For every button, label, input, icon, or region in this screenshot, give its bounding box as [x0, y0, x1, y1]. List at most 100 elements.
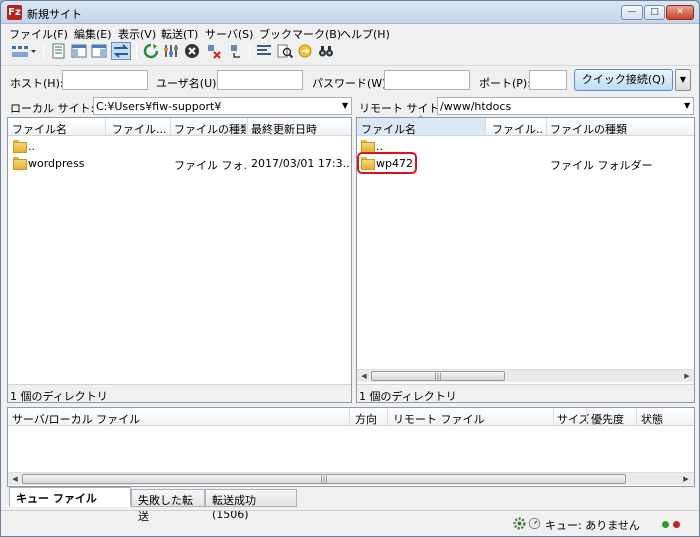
sync-browse-icon[interactable]	[297, 43, 313, 59]
disconnect-icon[interactable]	[206, 43, 222, 59]
username-label: ユーザ名(U):	[156, 77, 221, 90]
password-input[interactable]	[384, 70, 470, 90]
toolbar-separator	[136, 44, 137, 59]
list-item[interactable]: wordpress ファイル フォ... 2017/03/01 17:3...	[8, 155, 351, 172]
scrollbar-thumb[interactable]: |||	[371, 371, 505, 381]
column-filesize[interactable]: ファイル...	[112, 121, 168, 137]
column-filename[interactable]: ファイル名	[361, 121, 451, 137]
receive-indicator-icon	[662, 521, 669, 528]
reconnect-icon[interactable]	[228, 43, 244, 59]
highlight-annotation	[357, 152, 417, 174]
remote-site-label: リモート サイト:	[359, 100, 449, 116]
local-tree-icon[interactable]	[71, 43, 87, 59]
local-path-combobox[interactable]: C:¥Users¥fiw-support¥ ▼	[93, 97, 352, 115]
file-name: wordpress	[28, 157, 85, 170]
remote-tree-icon[interactable]	[91, 43, 107, 59]
close-button[interactable]: ✕	[666, 5, 694, 20]
site-manager-icon[interactable]	[11, 43, 37, 59]
port-label: ポート(P):	[479, 77, 531, 90]
tab-failed-transfers[interactable]: 失敗した転送	[131, 489, 205, 523]
file-type: ファイル フォルダー	[550, 159, 653, 172]
toolbar-separator	[249, 44, 250, 59]
toolbar	[1, 41, 699, 63]
queue-tabs: キュー ファイル 失敗した転送 転送成功 (1506)	[9, 487, 693, 523]
status-bar: キュー: ありません	[1, 510, 699, 536]
gear-icon	[513, 517, 526, 530]
transfer-queue-icon[interactable]	[111, 42, 131, 60]
remote-column-header: ファイル名 ^ ファイル... ファイルの種類	[357, 115, 694, 137]
list-item[interactable]: ..	[8, 138, 351, 155]
column-status[interactable]: 状態	[641, 411, 663, 427]
host-label: ホスト(H):	[10, 77, 64, 90]
local-path: C:¥Users¥fiw-support¥	[96, 100, 222, 113]
file-name: ..	[28, 140, 35, 153]
search-icon[interactable]	[277, 43, 293, 59]
binoculars-icon[interactable]	[318, 43, 334, 59]
remote-site-bar: リモート サイト: /www/htdocs ▼	[356, 96, 695, 116]
column-server-local-file[interactable]: サーバ/ローカル ファイル	[12, 411, 140, 427]
tab-queued-files[interactable]: キュー ファイル	[9, 487, 131, 507]
file-type: ファイル フォ...	[174, 159, 246, 172]
window-title: 新規サイト	[27, 8, 82, 21]
app-window: Fz 新規サイト — □ ✕ ファイル(F) 編集(E) 表示(V) 転送(T)…	[0, 0, 700, 537]
menu-bookmarks[interactable]: ブックマーク(B)	[259, 26, 341, 42]
host-input[interactable]	[62, 70, 148, 90]
quickconnect-button[interactable]: クイック接続(Q)	[574, 69, 673, 91]
menu-bar: ファイル(F) 編集(E) 表示(V) 転送(T) サーバ(S) ブックマーク(…	[1, 24, 699, 41]
filter-icon[interactable]	[163, 43, 179, 59]
filezilla-icon: Fz	[7, 5, 22, 20]
local-status: 1 個のディレクトリ	[8, 384, 351, 403]
menu-transfer[interactable]: 転送(T)	[161, 26, 198, 42]
title-bar: Fz 新規サイト — □ ✕	[1, 1, 699, 24]
menu-view[interactable]: 表示(V)	[118, 26, 156, 42]
username-input[interactable]	[217, 70, 303, 90]
column-modified[interactable]: 最終更新日時	[251, 121, 349, 137]
local-column-header: ファイル名 ファイル... ファイルの種類 最終更新日時	[8, 118, 351, 136]
queue-horizontal-scrollbar[interactable]: ◀ ||| ▶	[8, 472, 694, 485]
column-size[interactable]: サイズ	[557, 411, 590, 427]
column-remote-file[interactable]: リモート ファイル	[393, 411, 485, 427]
scroll-left-arrow[interactable]: ◀	[9, 474, 21, 485]
column-filetype[interactable]: ファイルの種類	[550, 121, 690, 137]
column-priority[interactable]: 優先度	[591, 411, 624, 427]
minimize-button[interactable]: —	[621, 5, 643, 20]
folder-icon	[361, 140, 375, 153]
quickconnect-bar: ホスト(H): ユーザ名(U): パスワード(W): ポート(P): クイック接…	[1, 65, 699, 95]
column-filetype[interactable]: ファイルの種類	[174, 121, 246, 137]
send-indicator-icon	[673, 521, 680, 528]
menu-file[interactable]: ファイル(F)	[9, 26, 68, 42]
cancel-icon[interactable]	[184, 43, 200, 59]
column-direction[interactable]: 方向	[355, 411, 377, 427]
local-site-label: ローカル サイト:	[10, 100, 100, 116]
folder-icon	[13, 140, 27, 153]
queue-status-text: キュー: ありません	[545, 519, 640, 532]
queue-column-header: サーバ/ローカル ファイル 方向 リモート ファイル サイズ 優先度 状態	[8, 408, 694, 426]
column-filesize[interactable]: ファイル...	[492, 121, 544, 137]
refresh-icon[interactable]	[143, 43, 159, 59]
scroll-right-arrow[interactable]: ▶	[680, 474, 692, 485]
folder-icon	[13, 157, 27, 170]
menu-edit[interactable]: 編集(E)	[74, 26, 112, 42]
scroll-left-arrow[interactable]: ◀	[358, 371, 370, 382]
sort-ascending-icon: ^	[417, 115, 425, 125]
transfer-queue[interactable]: サーバ/ローカル ファイル 方向 リモート ファイル サイズ 優先度 状態 ◀ …	[7, 407, 695, 487]
scrollbar-thumb[interactable]: |||	[22, 474, 626, 484]
scroll-right-arrow[interactable]: ▶	[681, 371, 693, 382]
menu-server[interactable]: サーバ(S)	[205, 26, 253, 42]
remote-path-combobox[interactable]: /www/htdocs ▼	[437, 97, 694, 115]
message-log-icon[interactable]	[51, 43, 67, 59]
password-label: パスワード(W):	[312, 77, 391, 90]
column-filename[interactable]: ファイル名	[12, 121, 102, 137]
remote-horizontal-scrollbar[interactable]: ◀ ||| ▶	[357, 369, 694, 382]
menu-help[interactable]: ヘルプ(H)	[340, 26, 390, 42]
maximize-button[interactable]: □	[644, 5, 665, 20]
tab-successful-transfers[interactable]: 転送成功 (1506)	[205, 489, 297, 521]
chevron-down-icon[interactable]: ▼	[342, 101, 348, 110]
toolbar-separator	[43, 44, 44, 59]
directory-compare-icon[interactable]	[256, 43, 272, 59]
local-file-list[interactable]: ファイル名 ファイル... ファイルの種類 最終更新日時 .. wordpres…	[7, 117, 352, 403]
port-input[interactable]	[529, 70, 567, 90]
speed-limit-icon[interactable]	[528, 517, 541, 530]
quickconnect-dropdown[interactable]: ▼	[675, 69, 691, 91]
chevron-down-icon[interactable]: ▼	[684, 101, 690, 110]
